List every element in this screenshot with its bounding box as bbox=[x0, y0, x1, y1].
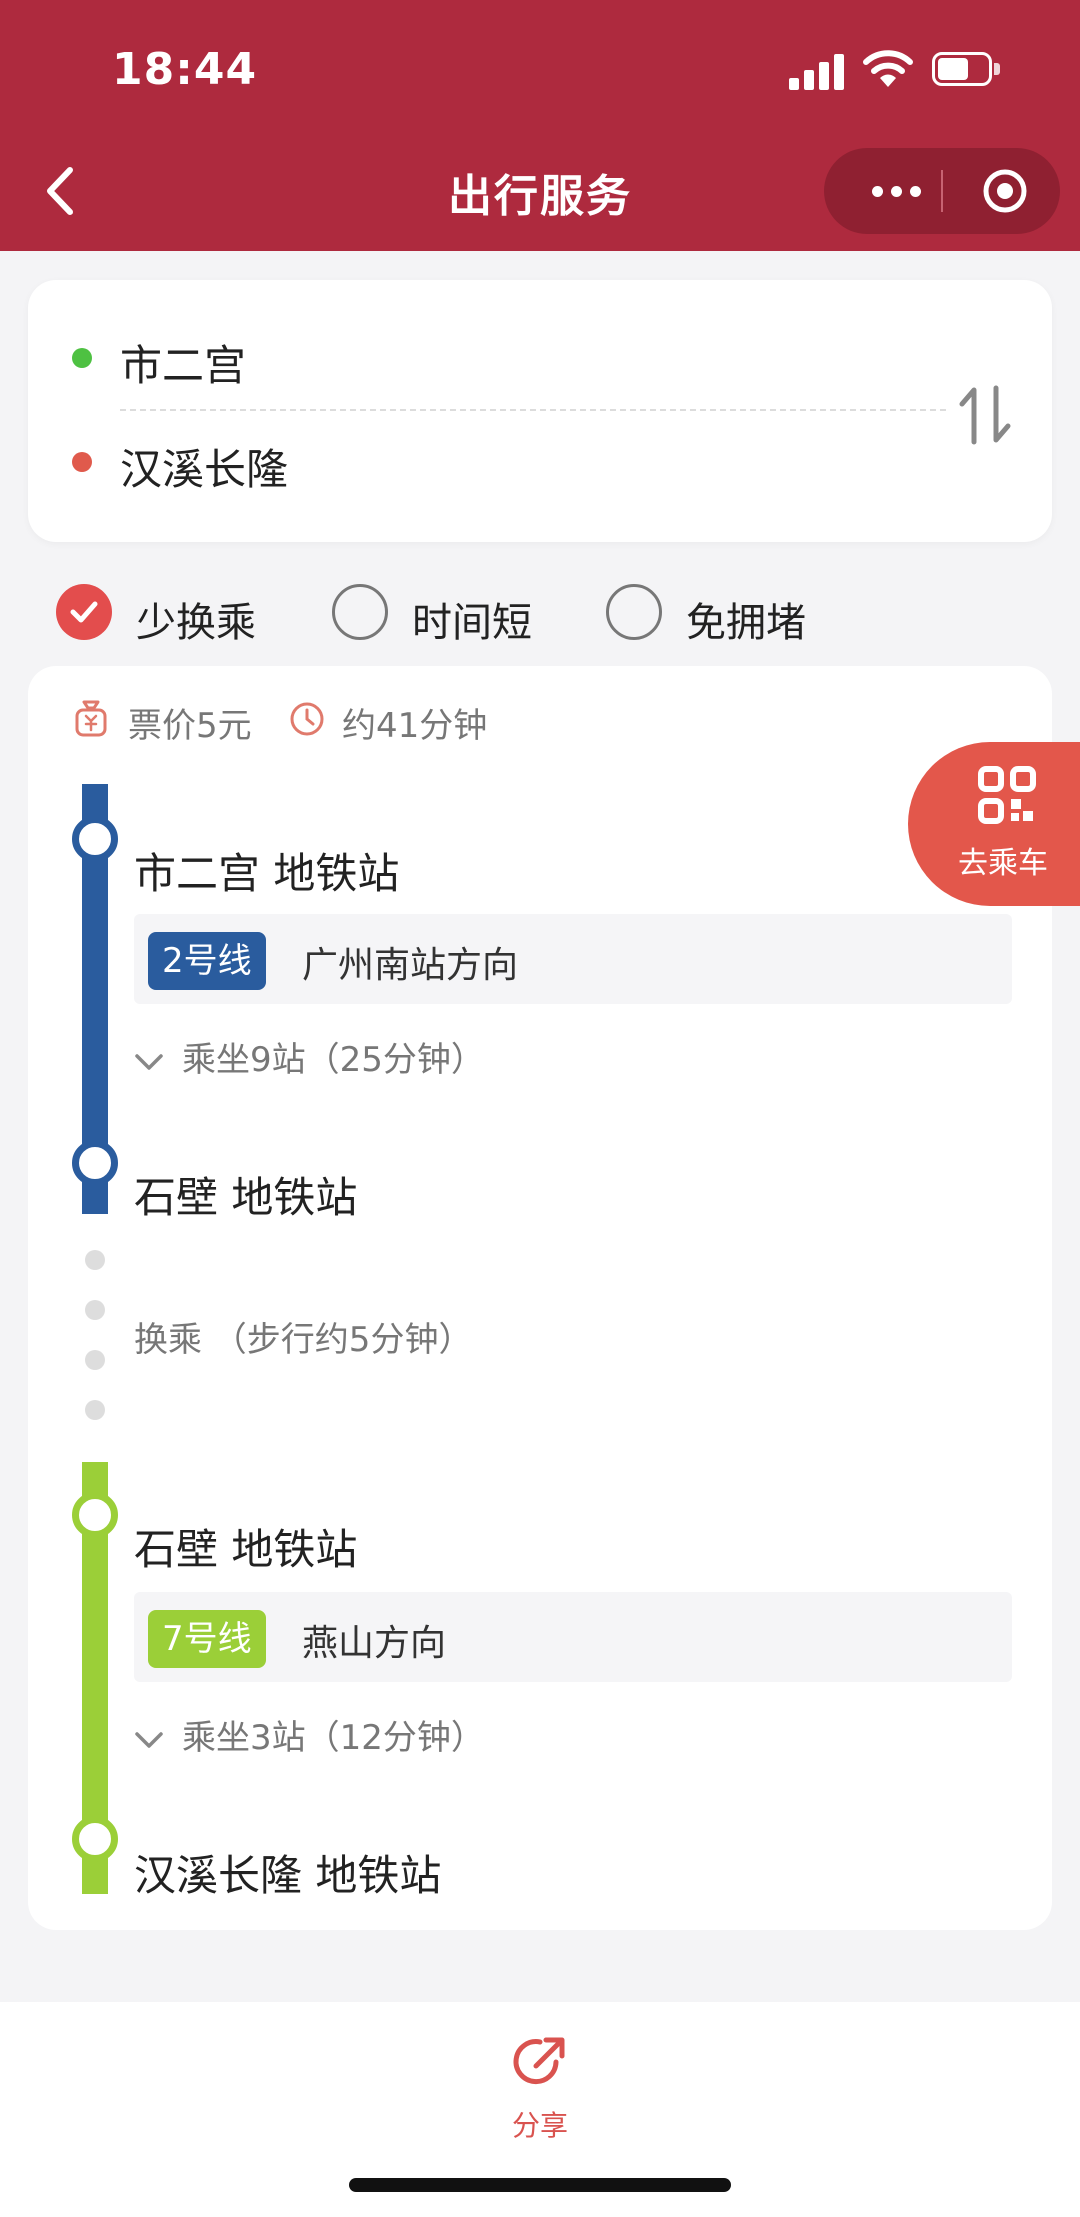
wifi-icon bbox=[863, 50, 913, 87]
walk-dot bbox=[85, 1350, 105, 1370]
stop-name: 汉溪长隆 地铁站 bbox=[134, 1851, 442, 1900]
chevron-down-icon bbox=[135, 1731, 163, 1748]
chevron-down-icon bbox=[135, 1053, 163, 1070]
check-icon bbox=[56, 584, 112, 640]
station-node-icon bbox=[72, 1492, 118, 1538]
ride-info-toggle[interactable]: 乘坐9站（25分钟） bbox=[134, 1032, 485, 1081]
walk-dot bbox=[85, 1250, 105, 1270]
option-label: 免拥堵 bbox=[686, 600, 806, 646]
line-info[interactable]: 2号线 广州南站方向 bbox=[134, 914, 1012, 1004]
clock-icon bbox=[290, 702, 324, 736]
qr-code-icon bbox=[978, 766, 1036, 824]
line-badge: 7号线 bbox=[148, 1610, 266, 1668]
station-node-icon bbox=[72, 816, 118, 862]
radio-icon bbox=[332, 584, 388, 640]
station-node-icon bbox=[72, 1816, 118, 1862]
stop-name: 石壁 地铁站 bbox=[134, 1173, 358, 1222]
end-dot-icon bbox=[72, 452, 92, 472]
signal-icon bbox=[789, 52, 845, 90]
station-node-icon bbox=[72, 1140, 118, 1186]
route-divider bbox=[120, 409, 946, 411]
route-card: 市二宫 汉溪长隆 bbox=[28, 280, 1052, 542]
line-direction: 燕山方向 bbox=[302, 1623, 447, 1664]
destination-input[interactable]: 汉溪长隆 bbox=[120, 436, 288, 497]
transfer-text: 换乘 （步行约5分钟） bbox=[134, 1320, 473, 1360]
mini-program-capsule bbox=[824, 148, 1060, 234]
battery-icon bbox=[932, 52, 1002, 88]
route-detail-card: 票价5元 约41分钟 市二宫 地铁站 2号线 广州南站方向 乘坐9站（25分钟）… bbox=[28, 666, 1052, 1930]
board-button-label: 去乘车 bbox=[958, 846, 1048, 881]
option-label: 少换乘 bbox=[136, 600, 256, 646]
share-label: 分享 bbox=[511, 2109, 568, 2142]
more-icon[interactable] bbox=[852, 148, 940, 234]
board-button[interactable]: 去乘车 bbox=[908, 742, 1080, 906]
option-label: 时间短 bbox=[412, 600, 532, 646]
close-circle-icon[interactable] bbox=[980, 166, 1030, 216]
radio-icon bbox=[606, 584, 662, 640]
nav-header: 18:44 出行服务 bbox=[0, 0, 1080, 251]
line-badge: 2号线 bbox=[148, 932, 266, 990]
origin-input[interactable]: 市二宫 bbox=[120, 332, 246, 393]
walk-dot bbox=[85, 1300, 105, 1320]
walk-dot bbox=[85, 1400, 105, 1420]
start-dot-icon bbox=[72, 348, 92, 368]
swap-icon[interactable] bbox=[952, 380, 1022, 450]
home-indicator bbox=[349, 2178, 731, 2192]
ride-info-text: 乘坐9站（25分钟） bbox=[182, 1040, 485, 1080]
status-time: 18:44 bbox=[112, 44, 258, 95]
ride-info-text: 乘坐3站（12分钟） bbox=[182, 1718, 485, 1758]
line-info[interactable]: 7号线 燕山方向 bbox=[134, 1592, 1012, 1682]
duration-text: 约41分钟 bbox=[342, 706, 488, 746]
share-icon bbox=[513, 2037, 565, 2085]
fare-text: 票价5元 bbox=[128, 706, 252, 746]
ticket-icon bbox=[75, 700, 107, 737]
ride-info-toggle[interactable]: 乘坐3站（12分钟） bbox=[134, 1710, 485, 1759]
stop-name: 石壁 地铁站 bbox=[134, 1525, 358, 1574]
stop-name: 市二宫 地铁站 bbox=[134, 849, 400, 898]
line-direction: 广州南站方向 bbox=[302, 945, 519, 986]
